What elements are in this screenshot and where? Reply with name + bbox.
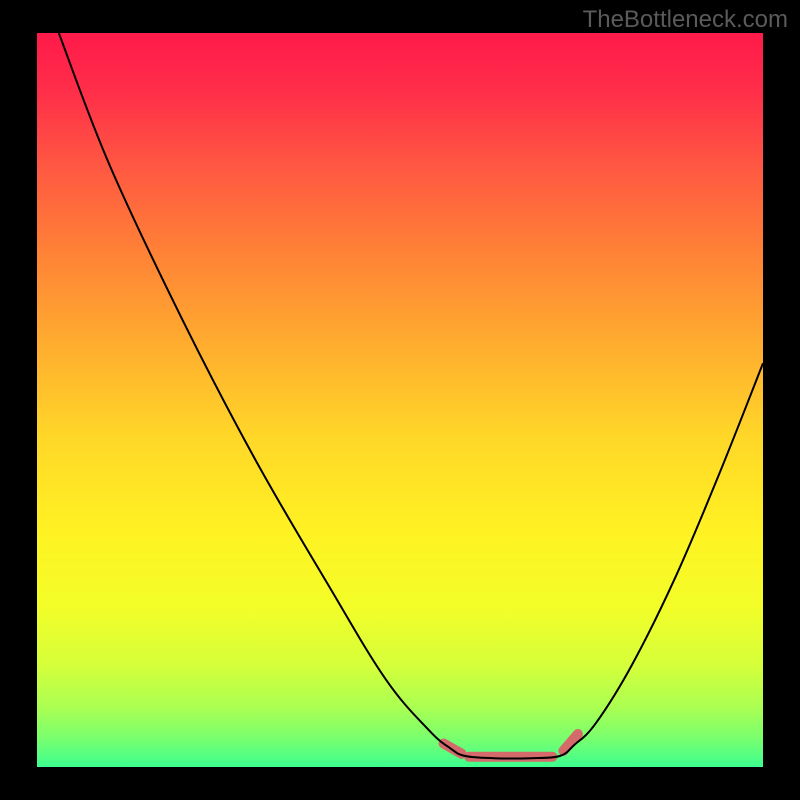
watermark-text: TheBottleneck.com [583, 6, 788, 34]
plot-background [37, 33, 763, 767]
chart-container: TheBottleneck.com [0, 0, 800, 800]
chart-svg [0, 0, 800, 800]
